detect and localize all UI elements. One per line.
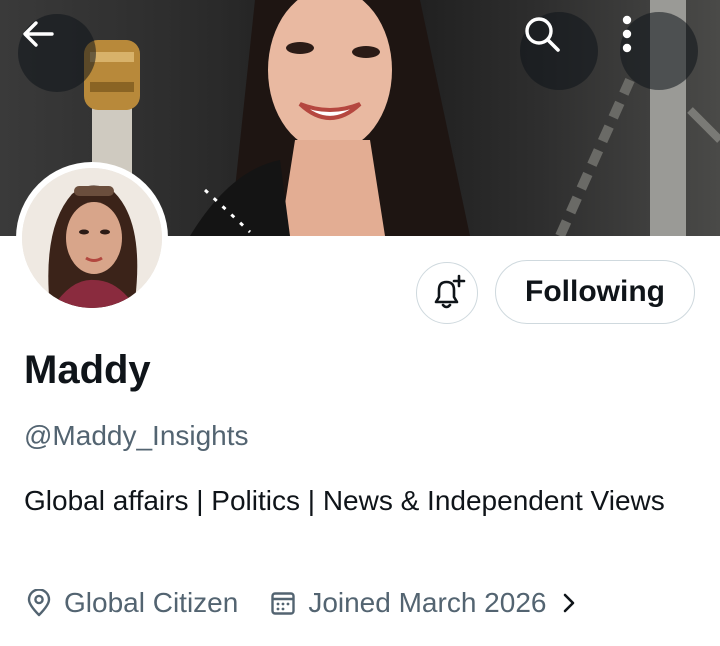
profile-meta: Global Citizen Joined March 2026 [24, 582, 578, 624]
location-item: Global Citizen [24, 587, 238, 619]
location-text: Global Citizen [64, 587, 239, 618]
avatar-photo [22, 168, 162, 308]
chevron-right-icon[interactable] [560, 590, 578, 616]
search-icon [525, 17, 560, 52]
bell-plus-icon [434, 274, 466, 309]
location-pin-icon [24, 588, 54, 618]
search-button[interactable] [520, 12, 598, 90]
profile-bio: Global affairs | Politics | News & Indep… [24, 485, 665, 516]
avatar[interactable] [16, 162, 168, 314]
more-vertical-icon [622, 15, 632, 53]
profile-name: Maddy [24, 348, 151, 392]
profile-handle: @Maddy_Insights [24, 420, 249, 451]
more-options-button[interactable] [620, 12, 698, 90]
joined-text: Joined March 2026 [308, 587, 547, 618]
joined-item: Joined March 2026 [268, 587, 578, 619]
calendar-icon [268, 588, 298, 618]
arrow-left-icon [23, 21, 54, 47]
following-button[interactable]: Following [495, 260, 695, 324]
back-button[interactable] [18, 14, 96, 92]
notifications-button[interactable] [416, 262, 478, 324]
